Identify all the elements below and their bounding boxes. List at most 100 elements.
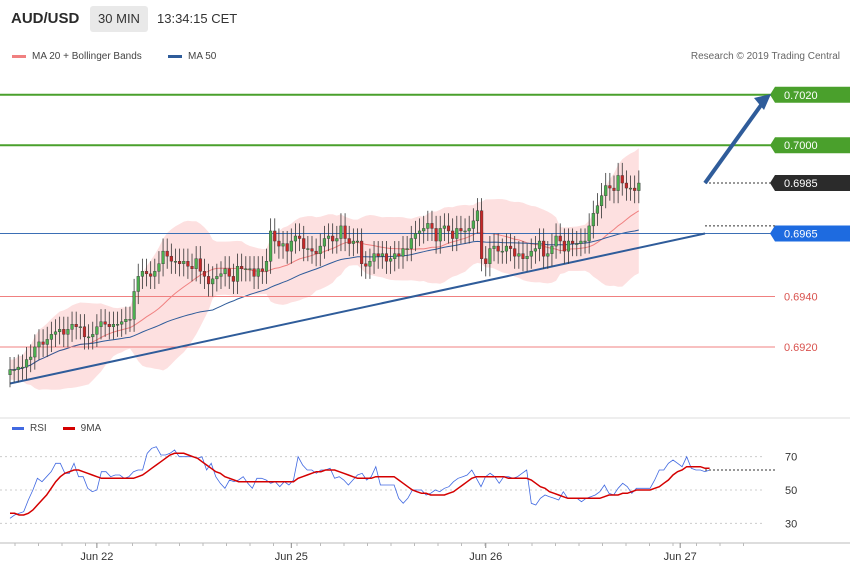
forecast-arrowhead	[754, 94, 771, 111]
candle-body	[351, 240, 355, 244]
rsi-line	[9, 446, 710, 519]
candle-body	[616, 175, 620, 191]
candle-body	[107, 324, 111, 327]
level-tag: 0.6965	[770, 225, 850, 242]
candle-body	[521, 253, 525, 259]
candle-body	[600, 195, 604, 206]
candle-body	[264, 261, 269, 272]
candle-body	[87, 336, 91, 339]
candle-body	[575, 243, 579, 245]
candle-body	[326, 235, 331, 239]
candle-body	[190, 266, 194, 269]
level-tag: 0.7020	[770, 86, 850, 103]
level-value: 0.7020	[784, 90, 818, 102]
candle-body	[62, 329, 66, 335]
candle-body	[558, 235, 562, 242]
candle-body	[74, 324, 78, 327]
candle-body	[231, 276, 235, 282]
candle-body	[33, 346, 37, 358]
candle-body	[484, 258, 488, 264]
candle-body	[471, 220, 475, 229]
candle-body	[260, 268, 264, 272]
candle-body	[211, 278, 215, 285]
candle-body	[537, 240, 542, 249]
candle-body	[219, 273, 223, 277]
candle-body	[161, 250, 165, 264]
candle-body	[389, 258, 393, 262]
candle-body	[20, 366, 24, 369]
x-tick-label: Jun 26	[469, 551, 502, 563]
candle-body	[111, 324, 115, 327]
rsi-tick-label: 30	[785, 518, 797, 530]
candle-body	[438, 228, 442, 242]
candle-body	[99, 321, 103, 327]
candle-body	[517, 253, 521, 257]
candle-body	[244, 268, 248, 270]
candle-body	[91, 334, 95, 338]
candle-body	[525, 255, 529, 259]
candle-body	[475, 210, 480, 222]
candle-body	[248, 268, 252, 270]
candle-body	[364, 263, 368, 267]
candle-body	[591, 213, 595, 227]
candle-body	[595, 205, 600, 214]
candle-body	[256, 268, 260, 277]
candle-body	[335, 238, 339, 242]
level-tag: 0.6985	[770, 175, 850, 192]
candle-body	[310, 248, 314, 252]
candle-body	[82, 326, 87, 338]
candle-body	[459, 228, 463, 232]
candle-body	[136, 276, 140, 292]
candle-body	[202, 271, 206, 277]
candle-body	[173, 261, 178, 263]
candle-body	[583, 240, 587, 243]
candle-body	[566, 240, 571, 252]
candle-body	[372, 253, 376, 262]
candle-body	[587, 225, 591, 242]
candle-body	[235, 266, 240, 282]
level-value: 0.6920	[784, 342, 818, 354]
candle-body	[16, 366, 20, 370]
candle-body	[413, 233, 417, 239]
x-tick-label: Jun 27	[664, 551, 697, 563]
candle-body	[78, 326, 82, 328]
candle-body	[45, 339, 49, 345]
candle-body	[273, 230, 277, 242]
candle-body	[132, 291, 136, 320]
candle-body	[604, 185, 608, 196]
price-chart[interactable]: 0.7020 0.7000 0.6985 0.6965 0.6940 0.6920 30 50…	[0, 0, 850, 576]
candle-body	[455, 228, 459, 239]
candle-body	[314, 250, 318, 254]
candle-body	[157, 263, 161, 272]
candle-body	[376, 253, 380, 257]
rsi-ma-swatch	[62, 427, 75, 430]
candle-body	[571, 240, 575, 244]
candle-body	[434, 228, 438, 242]
candle-body	[120, 321, 124, 325]
x-tick-label: Jun 25	[275, 551, 308, 563]
candle-body	[343, 225, 347, 239]
candle-body	[417, 230, 422, 234]
candle-body	[550, 245, 554, 254]
candle-body	[95, 326, 99, 335]
candle-body	[405, 248, 409, 250]
candle-body	[293, 235, 298, 242]
candle-body	[182, 261, 186, 264]
candle-body	[608, 185, 612, 189]
candle-body	[628, 187, 633, 190]
candle-body	[240, 266, 244, 269]
candle-body	[355, 240, 360, 243]
candle-body	[49, 334, 53, 340]
candle-body	[198, 258, 202, 272]
candle-body	[380, 253, 384, 257]
candle-body	[331, 235, 335, 242]
candle-body	[318, 245, 322, 254]
candle-body	[360, 240, 364, 264]
candle-body	[620, 175, 624, 184]
candle-body	[393, 253, 397, 259]
level-value: 0.6940	[784, 292, 818, 304]
candle-body	[480, 210, 484, 259]
candle-body	[422, 228, 426, 232]
rsi-ma-label: 9MA	[80, 423, 102, 434]
rsi-tick-label: 50	[785, 485, 797, 497]
